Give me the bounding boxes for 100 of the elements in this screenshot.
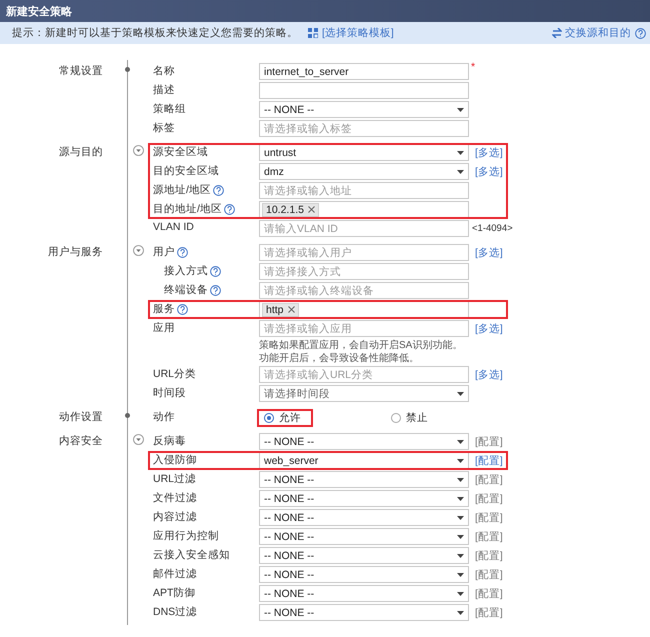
field-label: 反病毒 [153, 434, 186, 448]
required-mark: * [471, 61, 476, 73]
help-icon[interactable] [210, 284, 221, 296]
field-label: 服务 [153, 302, 175, 316]
dropdown[interactable]: -- NONE -- [259, 509, 469, 526]
dropdown[interactable]: -- NONE -- [259, 528, 469, 545]
field-label: 文件过滤 [153, 491, 197, 505]
text-field[interactable] [259, 82, 469, 99]
row-link[interactable]: [多选] [475, 146, 503, 160]
field-label: URL分类 [153, 367, 196, 381]
field-label: URL过滤 [153, 472, 196, 486]
caret-icon [457, 392, 464, 396]
field-label: DNS过滤 [153, 605, 198, 619]
dropdown[interactable]: 请选择时间段 [259, 385, 469, 402]
help-icon[interactable] [635, 28, 646, 38]
dropdown[interactable]: dmz [259, 163, 469, 180]
tip-text: 提示：新建时可以基于策略模板来快速定义您需要的策略。 [12, 26, 298, 40]
field-label: 终端设备 [164, 283, 208, 297]
dropdown[interactable]: -- NONE -- [259, 585, 469, 602]
text-field[interactable]: 请选择或输入地址 [259, 182, 469, 199]
template-link[interactable]: [选择策略模板] [322, 26, 394, 40]
text-field[interactable]: 请选择或输入URL分类 [259, 366, 469, 383]
remove-icon[interactable] [308, 206, 315, 213]
radio-button[interactable] [264, 412, 274, 422]
dropdown[interactable]: web_server [259, 452, 469, 469]
text-field[interactable]: 请输入VLAN ID [259, 220, 469, 237]
help-icon[interactable] [224, 204, 235, 214]
dropdown[interactable]: -- NONE -- [259, 490, 469, 507]
row-link[interactable]: [配置] [475, 454, 503, 468]
radio-button[interactable] [391, 412, 401, 422]
caret-icon [457, 440, 464, 444]
row-link[interactable]: [多选] [475, 164, 503, 178]
remove-icon[interactable] [288, 306, 295, 313]
help-icon[interactable] [212, 184, 224, 196]
tag-chip: http [262, 302, 299, 316]
help-icon[interactable] [177, 246, 188, 258]
field-label: 标签 [153, 121, 175, 135]
radio-label[interactable]: 允许 [279, 410, 301, 424]
section-label: 动作设置 [59, 411, 103, 423]
dropdown[interactable]: -- NONE -- [259, 101, 469, 118]
section-label: 常规设置 [59, 65, 103, 77]
field-label: 云接入安全感知 [153, 548, 230, 562]
radio-label[interactable]: 禁止 [406, 410, 428, 424]
tag-chip: 10.2.1.5 [262, 202, 319, 216]
window-title: 新建安全策略 [6, 4, 72, 18]
field-label: 描述 [153, 83, 175, 97]
field-label: 入侵防御 [153, 453, 197, 467]
section-label: 内容安全 [59, 435, 103, 447]
section-label: 源与目的 [59, 146, 103, 158]
dropdown[interactable]: untrust [259, 144, 469, 161]
row-link[interactable]: [多选] [475, 322, 503, 336]
caret-icon [457, 516, 464, 520]
field-label: 源安全区域 [153, 145, 208, 159]
field-label: 用户 [153, 245, 175, 259]
field-label: 目的地址/地区 [153, 202, 222, 216]
dropdown[interactable]: -- NONE -- [259, 433, 469, 450]
text-field[interactable]: internet_to_server [259, 63, 469, 80]
caret-icon [457, 478, 464, 482]
text-field[interactable]: 请选择或输入标签 [259, 120, 469, 137]
caret-icon [457, 534, 464, 538]
caret-icon [457, 150, 464, 154]
text-field[interactable]: 请选择或输入应用 [259, 320, 469, 337]
tag-field[interactable]: http [259, 301, 469, 318]
row-link[interactable]: [多选] [475, 368, 503, 382]
collapse-toggle-icon[interactable] [133, 145, 144, 156]
help-icon[interactable] [210, 266, 221, 276]
caret-icon [457, 108, 464, 112]
tag-field[interactable]: 10.2.1.5 [259, 201, 469, 218]
caret-icon [457, 170, 464, 174]
text-field[interactable]: 请选择或输入终端设备 [259, 282, 469, 299]
caret-icon [457, 572, 464, 576]
field-label: 接入方式 [164, 264, 208, 278]
note-text: 策略如果配置应用，会自动开启SA识别功能。功能开启后，会导致设备性能降低。 [259, 338, 464, 364]
field-label: 目的安全区域 [153, 164, 219, 178]
section-label: 用户与服务 [48, 246, 103, 258]
dropdown[interactable]: -- NONE -- [259, 471, 469, 488]
caret-icon [457, 610, 464, 614]
field-label: 动作 [153, 410, 175, 424]
help-icon[interactable] [177, 304, 188, 314]
swap-link[interactable]: 交换源和目的 [552, 26, 631, 40]
collapse-toggle-icon[interactable] [133, 245, 144, 256]
caret-icon [457, 458, 464, 462]
field-label: 源地址/地区 [153, 183, 211, 197]
field-label: 邮件过滤 [153, 567, 197, 581]
template-icon [308, 28, 318, 38]
dropdown[interactable]: -- NONE -- [259, 547, 469, 564]
field-label: VLAN ID [153, 221, 194, 233]
field-label: 名称 [153, 64, 175, 78]
row-link[interactable]: [多选] [475, 246, 503, 260]
field-label: 策略组 [153, 102, 186, 116]
collapse-toggle-icon[interactable] [133, 434, 144, 445]
field-label: 内容过滤 [153, 510, 197, 524]
dropdown[interactable]: -- NONE -- [259, 604, 469, 621]
field-label: 应用行为控制 [153, 529, 219, 543]
caret-icon [457, 496, 464, 500]
text-field[interactable]: 请选择接入方式 [259, 263, 469, 280]
text-field[interactable]: 请选择或输入用户 [259, 244, 469, 261]
dropdown[interactable]: -- NONE -- [259, 566, 469, 583]
field-label: APT防御 [153, 586, 196, 600]
swap-icon [552, 28, 562, 38]
